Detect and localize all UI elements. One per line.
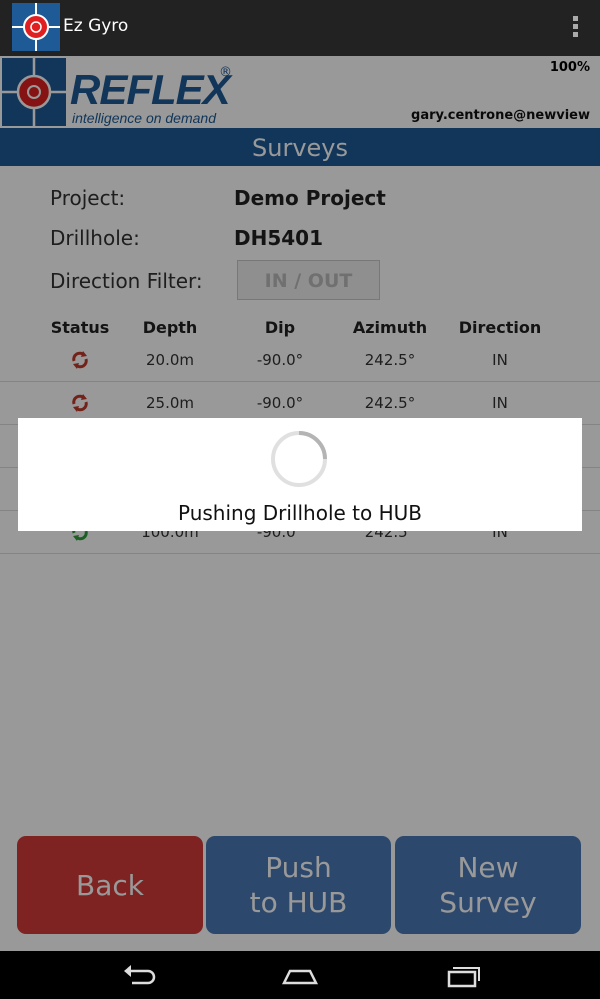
recents-icon[interactable]: [443, 959, 483, 991]
action-bar: Ez Gyro: [0, 0, 600, 56]
app-title: Ez Gyro: [63, 16, 129, 36]
overflow-menu-icon[interactable]: [572, 16, 580, 40]
back-arrow-icon[interactable]: [118, 959, 158, 991]
system-nav-bar: [0, 951, 600, 999]
app-crosshair-logo-icon[interactable]: [12, 3, 60, 51]
home-icon[interactable]: [280, 959, 320, 991]
progress-dialog: Pushing Drillhole to HUB: [18, 418, 582, 531]
loading-spinner-icon: [271, 431, 327, 487]
progress-message: Pushing Drillhole to HUB: [177, 501, 423, 525]
